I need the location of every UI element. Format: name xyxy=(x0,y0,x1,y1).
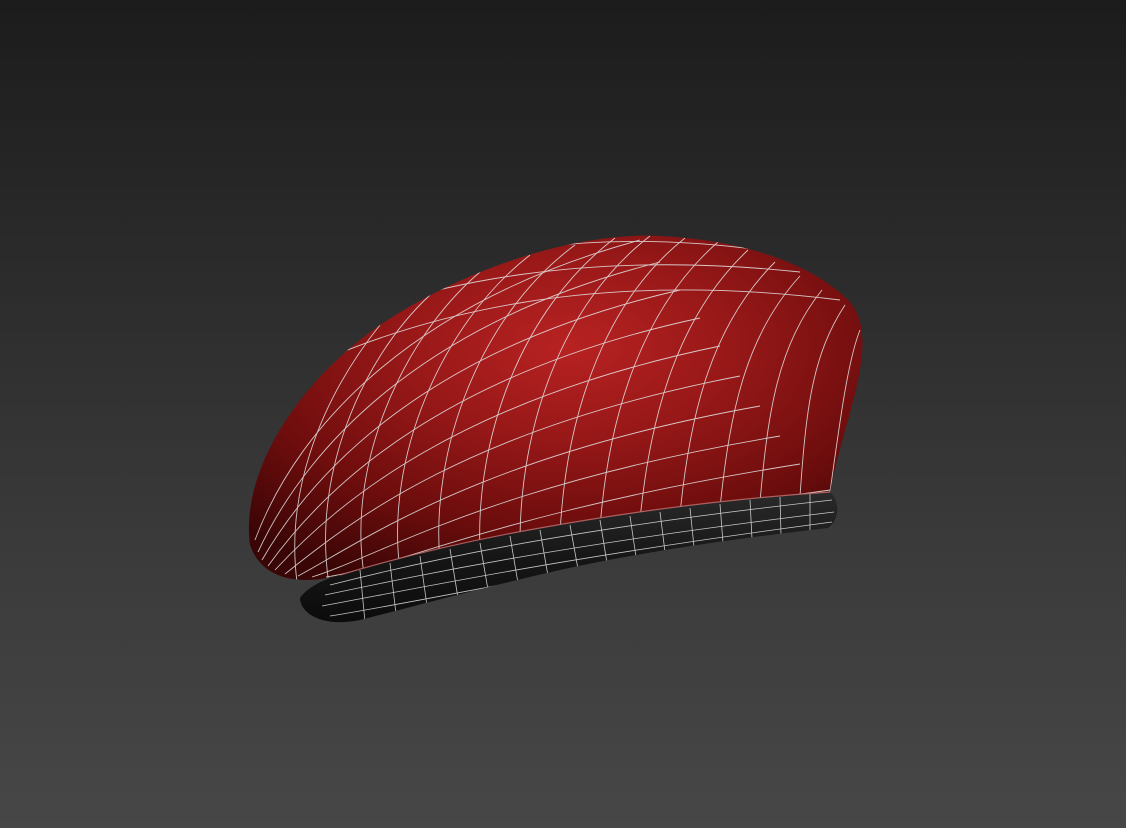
viewport-canvas[interactable] xyxy=(0,0,1126,828)
3d-viewport[interactable] xyxy=(0,0,1126,828)
